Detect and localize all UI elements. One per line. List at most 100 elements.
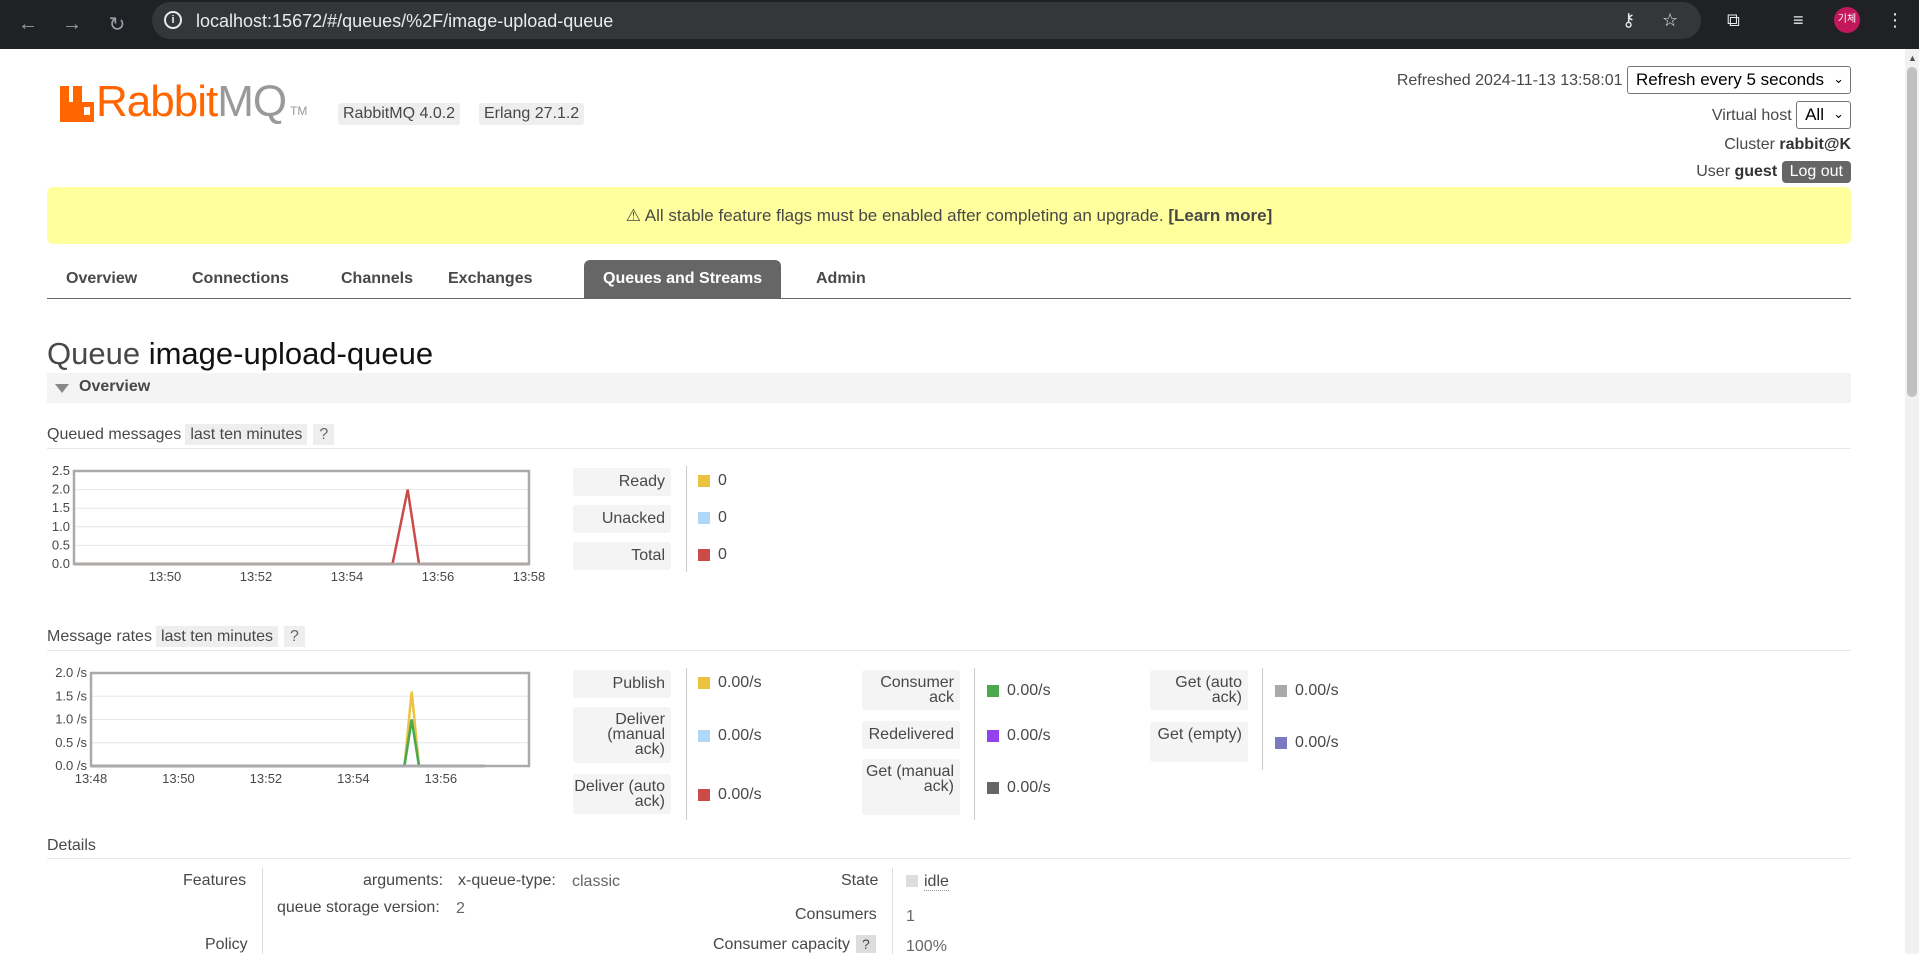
legend-deliver-auto-label: Deliver (auto ack)	[573, 774, 671, 814]
legend-redelivered-value: 0.00/s	[987, 727, 1051, 745]
legend-unacked-value: 0	[698, 509, 727, 527]
overview-section-toggle[interactable]: Overview	[47, 373, 1851, 403]
legend-redelivered-label: Redelivered	[862, 721, 960, 749]
tab-queues-and-streams[interactable]: Queues and Streams	[584, 260, 782, 298]
series-line-publish	[91, 691, 485, 768]
x-tick-label: 13:48	[75, 771, 108, 786]
unacked-value: 0	[718, 509, 727, 526]
logo-text-rabbit: Rabbit	[96, 77, 218, 126]
capacity-help-button[interactable]: ?	[855, 935, 876, 953]
legend-consumer-ack-value: 0.00/s	[987, 682, 1051, 700]
legend-total-label: Total	[573, 542, 671, 570]
x-tick-label: 13:50	[162, 771, 195, 786]
legend-total-value: 0	[698, 546, 727, 564]
extensions-icon[interactable]: ⧉	[1727, 10, 1740, 31]
logo-trademark: TM	[290, 104, 308, 118]
message-rates-label: Message rates	[47, 628, 152, 645]
y-tick-label: 0.0	[52, 556, 70, 571]
vhost-row: Virtual host All ⌄	[1712, 101, 1851, 129]
page-scrollbar[interactable]: ▲	[1905, 49, 1919, 954]
total-value: 0	[718, 546, 727, 563]
queued-messages-chart-svg: 0.0 0.5 1.0 1.5 2.0 2.5 13:50 13:52 13:54 13:56 13…	[52, 463, 545, 584]
y-tick-label: 0.5	[52, 537, 70, 552]
storage-version-label: queue storage version:	[277, 899, 440, 916]
refreshed-label: Refreshed	[1396, 72, 1471, 89]
password-key-icon[interactable]: ⚷	[1622, 10, 1635, 31]
consumers-label: Consumers	[795, 906, 877, 923]
tab-connections[interactable]: Connections	[173, 260, 308, 298]
consumers-value: 1	[906, 908, 915, 925]
swatch-get-empty	[1275, 737, 1287, 749]
scroll-up-icon[interactable]: ▲	[1908, 53, 1917, 63]
warning-icon: ⚠	[625, 206, 641, 225]
y-tick-label: 2.5	[52, 465, 70, 478]
legend-get-auto-value: 0.00/s	[1275, 682, 1339, 700]
legend-get-empty-label: Get (empty)	[1150, 722, 1248, 762]
vhost-select[interactable]: All ⌄	[1796, 101, 1851, 129]
x-tick-label: 13:54	[331, 569, 364, 584]
rates-range-button[interactable]: last ten minutes	[155, 626, 278, 647]
ready-value: 0	[718, 472, 727, 489]
forward-icon[interactable]: →	[56, 8, 88, 40]
refresh-interval-select[interactable]: Refresh every 5 seconds ⌄	[1626, 66, 1851, 94]
tab-overview[interactable]: Overview	[47, 260, 156, 298]
queued-range-button[interactable]: last ten minutes	[185, 424, 308, 445]
policy-label: Policy	[205, 936, 248, 953]
x-tick-label: 13:52	[240, 569, 273, 584]
erlang-version-badge: Erlang 27.1.2	[479, 103, 585, 125]
details-divider	[892, 868, 893, 954]
user-label: User	[1696, 163, 1731, 180]
legend-get-auto-label: Get (auto ack)	[1150, 670, 1248, 710]
logout-button[interactable]: Log out	[1781, 161, 1851, 183]
profile-avatar[interactable]: 기체	[1834, 7, 1860, 33]
queued-messages-header: Queued messages last ten minutes?	[47, 424, 335, 445]
tab-exchanges[interactable]: Exchanges	[429, 260, 551, 298]
queued-help-button[interactable]: ?	[313, 424, 335, 445]
tab-admin[interactable]: Admin	[797, 260, 885, 298]
browser-toolbar: ← → ↻ i localhost:15672/#/queues/%2F/ima…	[0, 0, 1919, 49]
banner-text: All stable feature flags must be enabled…	[644, 206, 1164, 225]
reload-icon[interactable]: ↻	[101, 8, 133, 40]
message-rates-chart-svg: 0.0 /s0.5 /s1.0 /s1.5 /s2.0 /s13:48 13:50…	[55, 665, 531, 786]
tab-channels[interactable]: Channels	[322, 260, 432, 298]
rabbitmq-version-badge: RabbitMQ 4.0.2	[338, 103, 461, 125]
y-tick-label: 1.5 /s	[55, 688, 87, 703]
chevron-down-icon: ⌄	[1833, 71, 1844, 86]
arg-value: classic	[572, 873, 621, 890]
legend-publish-value: 0.00/s	[698, 674, 762, 692]
media-control-icon[interactable]: ≡	[1793, 10, 1804, 31]
swatch-total	[698, 549, 710, 561]
message-rates-chart: 0.0 /s 0.5 /s 1.0 /s 1.5 /s 2.0 /s 13:48 13:50…	[34, 665, 554, 797]
bookmark-star-icon[interactable]: ☆	[1662, 10, 1678, 31]
section-title: Overview	[79, 378, 151, 395]
site-info-icon[interactable]: i	[164, 11, 182, 29]
url-text[interactable]: localhost:15672/#/queues/%2F/image-uploa…	[196, 11, 613, 32]
swatch-consumer-ack	[987, 685, 999, 697]
get-empty-value: 0.00/s	[1295, 734, 1339, 751]
deliver-auto-value: 0.00/s	[718, 786, 762, 803]
main-nav-tabs: Overview Connections Channels Exchanges …	[47, 260, 1851, 299]
legend-divider	[686, 466, 687, 572]
legend-deliver-manual-label: Deliver (manual ack)	[573, 707, 671, 763]
x-tick-label: 13:54	[337, 771, 370, 786]
menu-kebab-icon[interactable]: ⋮	[1886, 10, 1904, 31]
back-icon[interactable]: ←	[12, 8, 44, 40]
learn-more-link[interactable]: [Learn more]	[1168, 206, 1272, 225]
chevron-down-icon: ⌄	[1833, 106, 1844, 121]
legend-divider	[974, 668, 975, 820]
swatch-deliver-manual	[698, 730, 710, 742]
legend-ready-value: 0	[698, 472, 727, 490]
state-label: State	[841, 872, 879, 889]
refresh-row: Refreshed 2024-11-13 13:58:01 Refresh ev…	[1397, 66, 1851, 94]
details-divider	[262, 868, 263, 954]
rates-help-button[interactable]: ?	[284, 626, 305, 647]
swatch-get-auto	[1275, 685, 1287, 697]
address-bar[interactable]: i localhost:15672/#/queues/%2F/image-upl…	[152, 2, 1701, 39]
vhost-value: All	[1805, 105, 1824, 124]
y-tick-label: 0.5 /s	[55, 735, 87, 750]
scrollbar-thumb[interactable]	[1907, 67, 1917, 397]
queued-messages-chart: 0.0 0.5 1.0 1.5 2.0 2.5 13:50 13:52 13:54 13:56 13…	[34, 463, 554, 592]
rabbitmq-logo[interactable]: Rabbit MQ TM	[60, 77, 308, 126]
legend-consumer-ack-label: Consumer ack	[862, 670, 960, 710]
state-value-text: idle	[924, 873, 949, 891]
